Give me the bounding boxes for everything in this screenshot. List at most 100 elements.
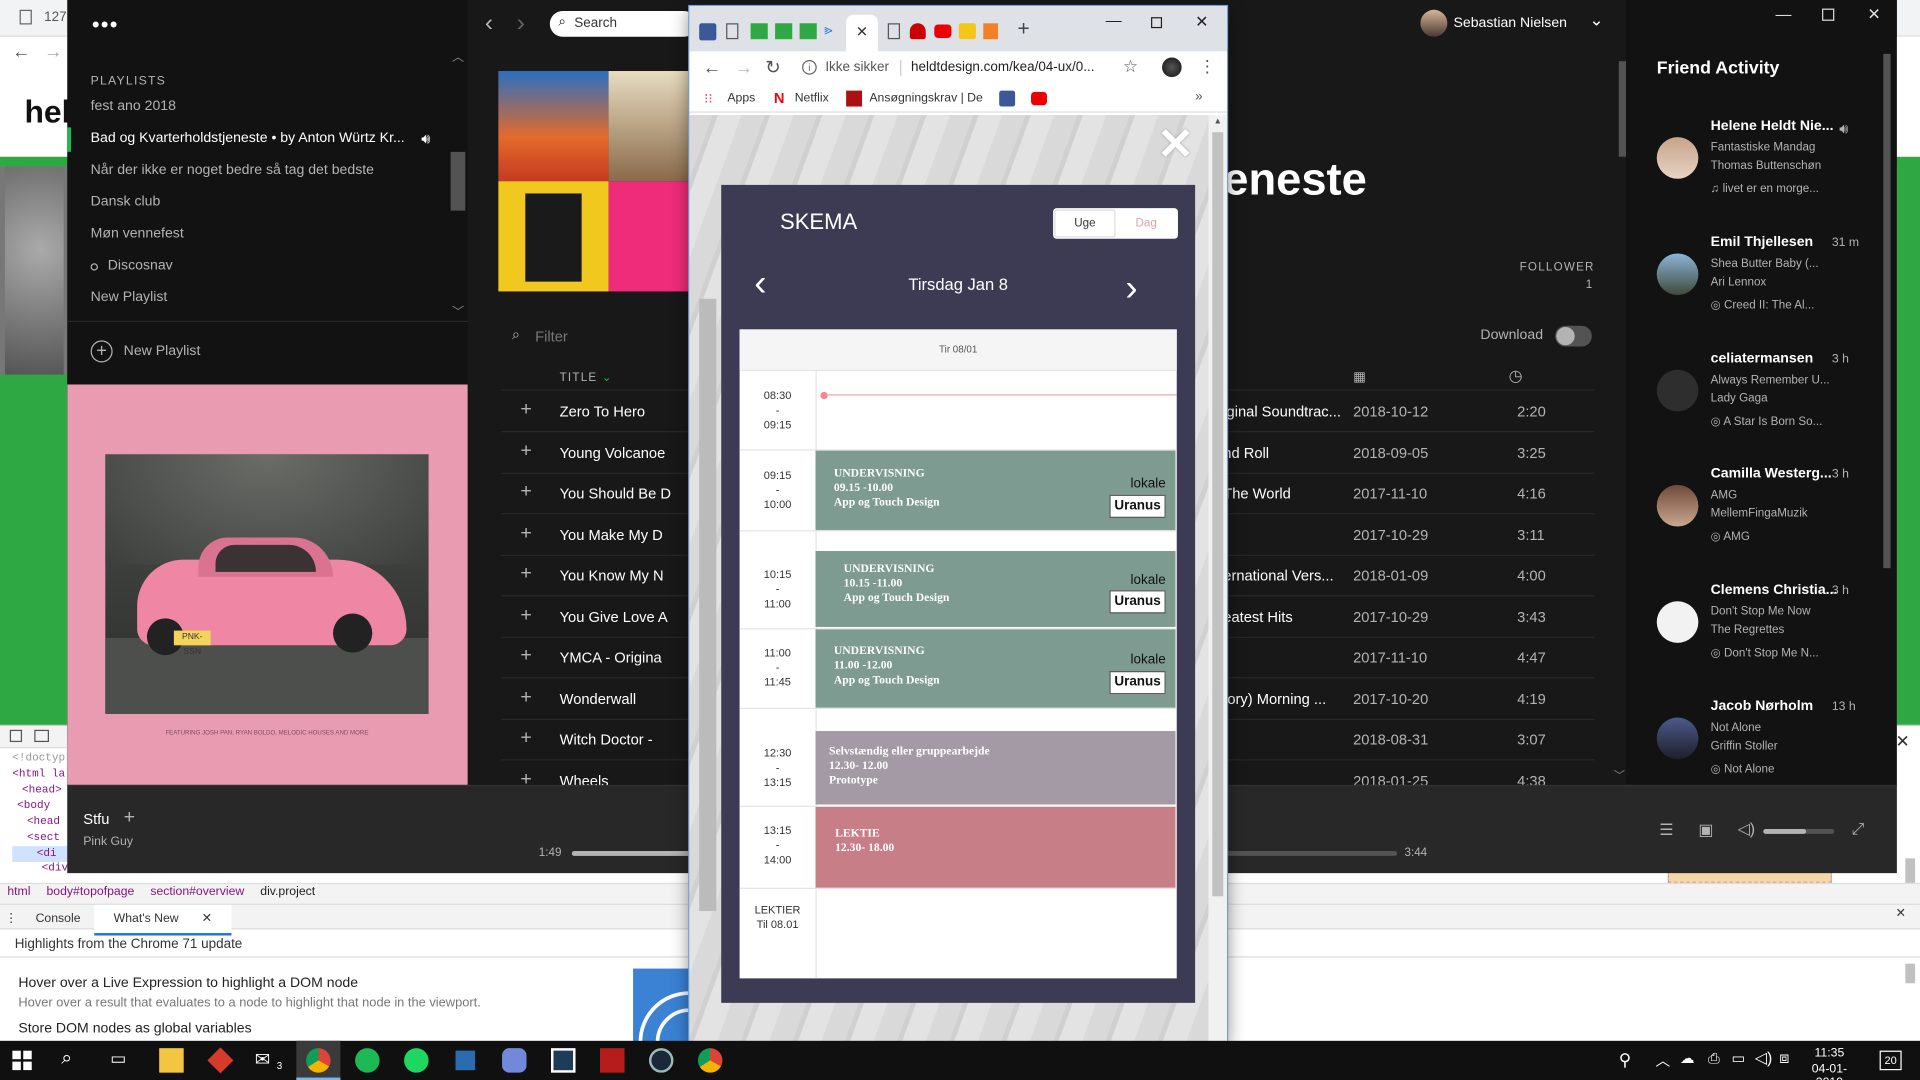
facebook-icon[interactable]	[999, 90, 1016, 107]
address-bar[interactable]: i Ikke sikker heldtdesign.com/kea/04-ux/…	[795, 54, 1150, 83]
friend-context[interactable]: Not Alone	[1724, 763, 1774, 776]
bookmark-apps[interactable]: Apps	[727, 92, 755, 105]
chevron-up-icon[interactable]: ︿	[452, 47, 464, 64]
add-icon[interactable]: +	[520, 523, 531, 545]
add-icon[interactable]: +	[520, 399, 531, 421]
app-icon[interactable]	[551, 1048, 576, 1073]
more-menu-icon[interactable]: ⋮	[1199, 56, 1216, 77]
page-tab-icon[interactable]	[726, 23, 739, 40]
track-album[interactable]: The World	[1223, 485, 1291, 502]
new-playlist-button[interactable]: New Playlist	[124, 344, 201, 359]
dom-line[interactable]: <!doctyp	[12, 751, 68, 767]
vscode-tab-icon[interactable]: ⪢	[824, 21, 832, 39]
filter-input[interactable]: Filter	[535, 328, 568, 345]
reload-icon[interactable]: ↻	[765, 56, 780, 79]
plus-circle-icon[interactable]: +	[90, 340, 113, 363]
back-arrow-icon[interactable]: ←	[12, 42, 30, 63]
forward-arrow-icon[interactable]: →	[44, 42, 62, 63]
forward-arrow-icon[interactable]: →	[735, 58, 753, 79]
toggle-week[interactable]: Uge	[1054, 209, 1116, 238]
avatar[interactable]	[1656, 484, 1699, 527]
scrollbar[interactable]	[1905, 858, 1916, 886]
stackoverflow-tab-icon[interactable]	[983, 23, 998, 40]
friend-name[interactable]: Clemens Christia...	[1711, 583, 1838, 598]
now-playing-artist[interactable]: Pink Guy	[83, 835, 133, 848]
friend-item[interactable]: Clemens Christia... 3 h Don't Stop Me No…	[1626, 578, 1897, 688]
bookmark-netflix[interactable]: Netflix	[795, 92, 829, 105]
sidebar-playlist[interactable]: fest ano 2018	[91, 99, 176, 114]
lesson-block[interactable]: UNDERVISNING 10.15 -11.00 App og Touch D…	[815, 551, 1176, 627]
friend-track[interactable]: Shea Butter Baby (...	[1711, 257, 1819, 270]
sidebar-playlist[interactable]: Møn vennefest	[91, 227, 184, 242]
breadcrumb-item[interactable]: div.project	[260, 885, 315, 898]
volume-slider[interactable]	[1763, 828, 1835, 834]
chrome-taskbar-active[interactable]	[296, 1040, 341, 1080]
maximize-icon[interactable]	[1151, 17, 1163, 29]
add-icon[interactable]: +	[520, 441, 531, 463]
sidebar-playlist[interactable]: Når der ikke er noget bedre så tag det b…	[91, 163, 374, 178]
homework-block[interactable]: LEKTIE 12.30- 18.00	[815, 806, 1176, 888]
hat-tab-icon[interactable]	[909, 23, 926, 40]
sidebar-playlist-active[interactable]: Bad og Kvarterholdstjeneste • by Anton W…	[91, 131, 412, 146]
next-day-icon[interactable]: ›	[1125, 270, 1137, 308]
add-icon[interactable]: +	[520, 605, 531, 627]
mail-icon[interactable]: ✉	[255, 1048, 279, 1072]
close-modal-icon[interactable]: ✕	[1157, 119, 1194, 170]
dom-line[interactable]: <head>	[12, 782, 68, 798]
friend-artist[interactable]: MellemFingaMuzik	[1711, 507, 1808, 520]
inspect-icon[interactable]	[9, 729, 23, 743]
discord-icon[interactable]	[502, 1048, 527, 1073]
avatar[interactable]	[1656, 137, 1699, 179]
add-icon[interactable]: +	[520, 481, 531, 503]
apps-grid-icon[interactable]: ⁝⁝	[704, 91, 713, 107]
people-icon[interactable]: ⚲	[1619, 1049, 1632, 1070]
friend-context[interactable]: AMG	[1723, 530, 1749, 543]
friend-name[interactable]: celiatermansen	[1711, 351, 1814, 366]
track-album[interactable]: tory) Morning ...	[1223, 691, 1326, 708]
scroll-thumb[interactable]	[1212, 132, 1224, 897]
eye-tab-icon[interactable]	[958, 23, 976, 40]
windows-start-icon[interactable]	[12, 1050, 32, 1071]
add-icon[interactable]: +	[124, 807, 135, 829]
user-name[interactable]: Sebastian Nielsen	[1453, 16, 1567, 31]
back-arrow-icon[interactable]: ←	[703, 58, 721, 79]
search-icon[interactable]: ⌕	[61, 1048, 85, 1072]
volume-icon[interactable]: ◁)	[1738, 819, 1756, 839]
star-icon[interactable]: ☆	[1123, 56, 1138, 77]
spotify-icon[interactable]	[404, 1048, 429, 1073]
profile-avatar[interactable]	[1162, 57, 1182, 78]
filezilla-icon[interactable]	[600, 1048, 625, 1073]
active-tab[interactable]: ✕	[846, 14, 878, 52]
chevron-down-icon[interactable]: ﹀	[452, 301, 464, 319]
info-icon[interactable]: i	[802, 60, 817, 75]
cloud-icon[interactable]: ☁	[1680, 1049, 1695, 1066]
devices-icon[interactable]: ▣	[1698, 820, 1713, 840]
scrollbar[interactable]	[1905, 963, 1916, 984]
friend-item[interactable]: Emil Thjellesen 31 m Shea Butter Baby (.…	[1626, 230, 1897, 340]
add-icon[interactable]: +	[520, 645, 531, 667]
steam-icon[interactable]	[648, 1048, 674, 1073]
maximize-icon[interactable]	[1822, 8, 1835, 21]
toggle-day[interactable]: Dag	[1116, 209, 1177, 237]
sidebar-playlist[interactable]: Discosnav	[108, 258, 173, 273]
friend-context[interactable]: Creed II: The Al...	[1724, 299, 1814, 312]
minimize-icon[interactable]: —	[1106, 11, 1122, 29]
friend-track[interactable]: Always Remember U...	[1711, 373, 1830, 386]
sidebar-playlist[interactable]: Dansk club	[91, 195, 161, 210]
chevron-up-icon[interactable]: ︿	[1656, 1049, 1671, 1070]
friend-artist[interactable]: The Regrettes	[1711, 623, 1785, 636]
album-cover[interactable]: PNK-SSN	[105, 454, 429, 714]
track-album[interactable]: nd Roll	[1223, 444, 1269, 461]
chevron-left-icon[interactable]: ‹	[485, 10, 493, 38]
volume-icon[interactable]: ◁)	[1755, 1048, 1773, 1068]
app-icon[interactable]	[355, 1048, 380, 1073]
friend-item[interactable]: Camilla Westerg... 3 h AMG MellemFingaMu…	[1626, 462, 1897, 572]
dom-line-selected[interactable]: <di	[12, 846, 69, 863]
minimize-icon[interactable]: —	[1776, 5, 1792, 23]
url-text[interactable]: heldtdesign.com/kea/04-ux/0...	[911, 60, 1094, 75]
dom-line[interactable]: <sect	[12, 830, 68, 846]
breadcrumb-item[interactable]: body#topofpage	[46, 885, 134, 898]
friend-context[interactable]: Don't Stop Me N...	[1724, 647, 1819, 660]
friend-item[interactable]: Helene Heldt Nie... 🔊︎ Fantastiske Manda…	[1626, 114, 1897, 224]
avatar[interactable]	[1420, 9, 1448, 37]
